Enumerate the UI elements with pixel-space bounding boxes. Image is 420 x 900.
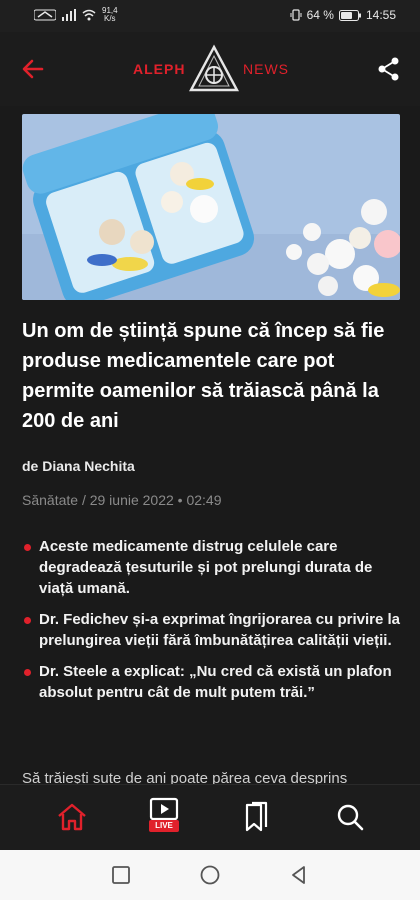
logo-triangle-icon: [188, 44, 240, 92]
system-navigation-bar: [0, 850, 420, 900]
bullet-dot: [24, 669, 31, 676]
status-left: 91,4 K/s: [34, 7, 118, 23]
highlight-text: Aceste medicamente distrug celulele care…: [39, 538, 373, 597]
vibrate-icon: [290, 9, 302, 21]
share-button[interactable]: [374, 54, 404, 84]
nav-home[interactable]: [54, 799, 90, 835]
home-icon: [58, 803, 86, 831]
wifi-icon: [82, 9, 96, 21]
status-bar: 91,4 K/s 64 % 14:55: [0, 0, 420, 32]
article-body-teaser: Să trăiești sute de ani poate părea ceva…: [22, 770, 348, 784]
highlight-text: Dr. Steele a explicat: „Nu cred că exist…: [39, 663, 392, 701]
highlight-item: Aceste medicamente distrug celulele care…: [22, 536, 402, 599]
nav-live[interactable]: LIVE: [146, 797, 182, 833]
recents-button[interactable]: [110, 864, 132, 886]
back-arrow-icon: [22, 59, 44, 79]
article-headline: Un om de știință spune că încep să fie p…: [22, 320, 385, 432]
highlight-text: Dr. Fedichev și-a exprimat îngrijorarea …: [39, 611, 400, 649]
home-circle-icon: [200, 865, 220, 885]
signal-icon: [62, 9, 76, 21]
nav-bookmarks[interactable]: [238, 799, 274, 835]
battery-icon: [338, 9, 361, 21]
highlight-item: Dr. Fedichev și-a exprimat îngrijorarea …: [22, 609, 402, 651]
app-header: ALEPH NEWS: [0, 32, 420, 106]
battery-percent: 64 %: [306, 8, 334, 22]
article-scroll-area[interactable]: Un om de știință spune că încep să fie p…: [0, 106, 420, 784]
back-button[interactable]: [18, 54, 48, 84]
article-category-date: Sănătate / 29 iunie 2022 • 02:49: [22, 492, 222, 508]
byline-author[interactable]: Diana Nechita: [42, 458, 135, 474]
aleph-news-logo[interactable]: ALEPH NEWS: [133, 44, 293, 96]
article-highlights: Aceste medicamente distrug celulele care…: [22, 536, 402, 713]
status-right: 64 % 14:55: [290, 8, 396, 22]
search-icon: [337, 804, 364, 831]
back-triangle-icon: [292, 866, 305, 884]
highlight-item: Dr. Steele a explicat: „Nu cred că exist…: [22, 661, 402, 703]
article-hero-image: [22, 114, 400, 300]
logo-text-aleph: ALEPH: [133, 61, 186, 77]
wifi-hd-icon: [34, 9, 56, 21]
byline-prefix: de: [22, 458, 39, 474]
live-tv-icon: [149, 797, 179, 821]
logo-text-news: NEWS: [243, 61, 289, 77]
bookmarks-icon: [245, 801, 268, 832]
bottom-navigation: LIVE: [0, 784, 420, 850]
clock: 14:55: [365, 8, 396, 22]
speed-unit: K/s: [104, 14, 116, 23]
network-speed: 91,4 K/s: [102, 7, 118, 23]
system-home-button[interactable]: [199, 864, 221, 886]
system-back-button[interactable]: [288, 864, 310, 886]
nav-search[interactable]: [332, 799, 368, 835]
bullet-dot: [24, 544, 31, 551]
live-badge: LIVE: [149, 820, 179, 832]
recents-icon: [112, 866, 130, 884]
byline: de Diana Nechita: [22, 458, 135, 474]
bullet-dot: [24, 617, 31, 624]
share-icon: [378, 57, 399, 81]
